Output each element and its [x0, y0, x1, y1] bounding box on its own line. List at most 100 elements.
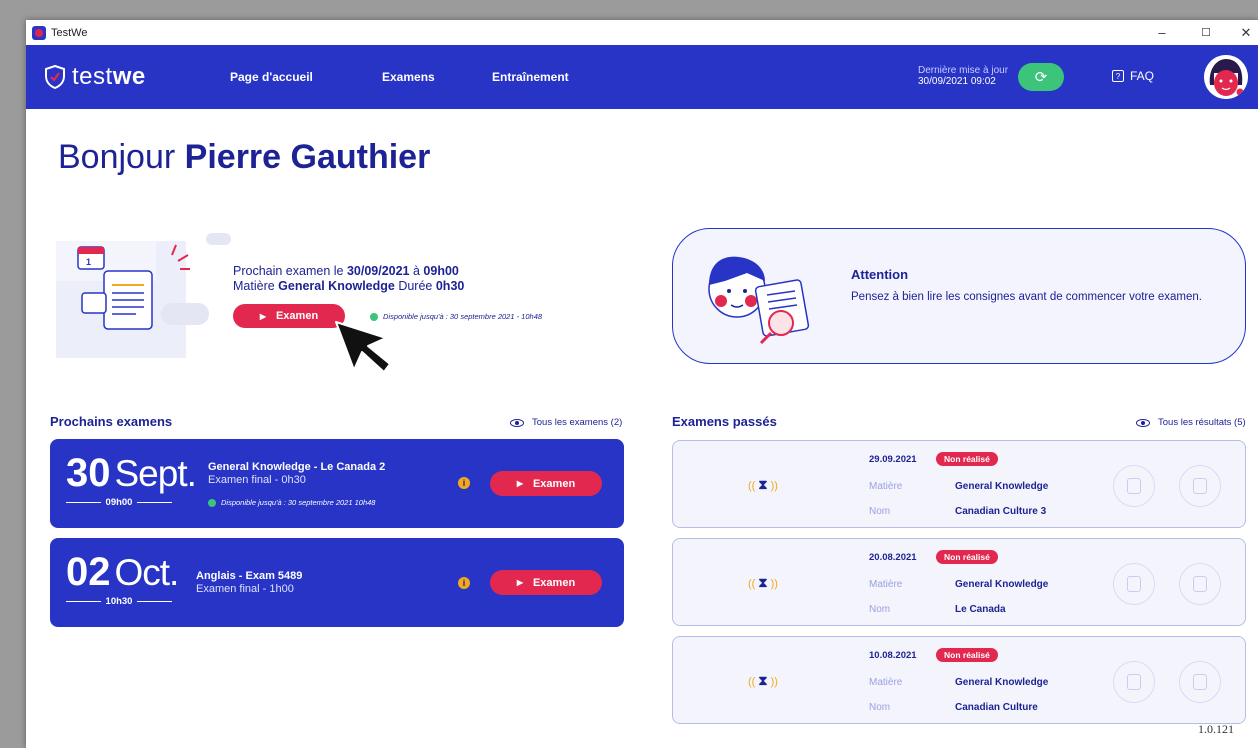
exam-time: 10h30 — [105, 596, 133, 607]
last-update-label: Dernière mise à jour — [918, 65, 1009, 76]
top-navbar: testwe Page d'accueil Examens Entraîneme… — [26, 45, 1258, 109]
next-exam-date-line: Prochain examen le 30/09/2021 à 09h00 — [233, 264, 459, 278]
result-button[interactable] — [1179, 465, 1221, 507]
play-icon: ▶ — [516, 479, 523, 488]
mouse-pointer-icon — [335, 321, 391, 373]
exam-availability: Disponible jusqu'à : 30 septembre 2021 1… — [208, 498, 375, 507]
name-value: Canadian Culture 3 — [955, 506, 1047, 517]
attention-title: Attention — [851, 267, 909, 282]
sync-button[interactable]: ⟳ — [1018, 63, 1064, 91]
avatar-face-icon — [1204, 55, 1248, 99]
testwe-app-icon — [32, 25, 46, 40]
minimize-button[interactable]: – — [1140, 20, 1184, 45]
past-exam-date: 10.08.2021 — [869, 650, 917, 661]
attention-text: Pensez à bien lire les consignes avant d… — [851, 291, 1202, 303]
maximize-button[interactable]: ☐ — [1184, 20, 1228, 45]
title-bar: TestWe – ☐ ✕ — [26, 20, 1258, 45]
past-exam-date: 20.08.2021 — [869, 552, 917, 563]
calendar-document-illustration: 1 — [56, 233, 231, 358]
info-icon[interactable]: i — [458, 577, 470, 589]
name-label: Nom — [869, 506, 891, 517]
subject-label: Matière — [869, 481, 903, 492]
nav-exams[interactable]: Examens — [382, 70, 435, 84]
next-exam-start-button[interactable]: ▶ Examen — [233, 304, 345, 328]
next-exam-availability: Disponible jusqu'à : 30 septembre 2021 -… — [370, 312, 542, 321]
status-badge: Non réalisé — [936, 648, 998, 662]
subject-value: General Knowledge — [955, 481, 1049, 492]
next-exam-subject-line: Matière General Knowledge Durée 0h30 — [233, 279, 465, 293]
page-greeting: Bonjour Pierre Gauthier — [58, 138, 430, 177]
app-window: TestWe – ☐ ✕ testwe Page d'accueil Exame… — [26, 20, 1258, 748]
exam-month: Sept. — [114, 453, 197, 494]
brand-logo[interactable]: testwe — [44, 63, 146, 91]
exam-date-block: 30 Sept. 09h00 — [66, 451, 197, 513]
svg-text:1: 1 — [86, 257, 91, 267]
exam-title: Anglais - Exam 5489 — [196, 570, 303, 582]
last-update: Dernière mise à jour 30/09/2021 09:02 — [918, 65, 1008, 87]
comment-button[interactable] — [1113, 563, 1155, 605]
past-exams-title: Examens passés — [672, 414, 777, 429]
comment-icon — [1127, 576, 1141, 592]
faq-icon: ? — [1112, 70, 1124, 82]
comment-button[interactable] — [1113, 465, 1155, 507]
reading-person-illustration — [708, 256, 810, 345]
result-button[interactable] — [1179, 661, 1221, 703]
name-value: Le Canada — [955, 604, 1006, 615]
name-label: Nom — [869, 604, 891, 615]
hourglass-icon: (( ⧗ )) — [748, 673, 778, 688]
exam-day: 30 — [66, 451, 111, 495]
greeting-hello: Bonjour — [58, 138, 176, 176]
hourglass-icon: (( ⧗ )) — [748, 477, 778, 492]
document-check-icon — [1193, 674, 1207, 690]
status-badge: Non réalisé — [936, 452, 998, 466]
exam-month: Oct. — [114, 552, 180, 593]
document-check-icon — [1193, 478, 1207, 494]
comment-icon — [1127, 674, 1141, 690]
play-icon: ▶ — [516, 578, 523, 587]
exam-date-block: 02 Oct. 10h30 — [66, 550, 180, 612]
last-update-date: 30/09/2021 09:02 — [918, 76, 996, 87]
past-exam-card[interactable]: (( ⧗ )) 20.08.2021 Non réalisé Matière G… — [672, 538, 1246, 626]
user-avatar[interactable] — [1204, 55, 1248, 99]
upcoming-exam-card[interactable]: 02 Oct. 10h30 Anglais - Exam 5489 Examen … — [50, 538, 624, 627]
all-results-link[interactable]: Tous les résultats (5) — [1136, 417, 1246, 428]
past-exam-card[interactable]: (( ⧗ )) 29.09.2021 Non réalisé Matière G… — [672, 440, 1246, 528]
faq-label: FAQ — [1130, 69, 1155, 83]
result-button[interactable] — [1179, 563, 1221, 605]
past-exam-date: 29.09.2021 — [869, 454, 917, 465]
user-name: Pierre Gauthier — [184, 138, 431, 176]
exam-day: 02 — [66, 550, 111, 594]
eye-icon — [510, 418, 524, 427]
comment-icon — [1127, 478, 1141, 494]
exam-start-button[interactable]: ▶ Examen — [490, 471, 602, 496]
subject-value: General Knowledge — [955, 579, 1049, 590]
hourglass-icon: (( ⧗ )) — [748, 575, 778, 590]
status-badge: Non réalisé — [936, 550, 998, 564]
subject-value: General Knowledge — [955, 677, 1049, 688]
info-icon[interactable]: i — [458, 477, 470, 489]
attention-panel: Attention Pensez à bien lire les consign… — [672, 228, 1246, 364]
comment-button[interactable] — [1113, 661, 1155, 703]
exam-title: General Knowledge - Le Canada 2 — [208, 461, 386, 473]
exam-time: 09h00 — [105, 497, 133, 508]
nav-home[interactable]: Page d'accueil — [230, 70, 313, 84]
upcoming-exam-card[interactable]: 30 Sept. 09h00 General Knowledge - Le Can… — [50, 439, 624, 528]
availability-dot-icon — [208, 498, 216, 507]
document-check-icon — [1193, 576, 1207, 592]
next-exam-button-label: Examen — [275, 310, 319, 322]
exam-subtitle: Examen final - 1h00 — [196, 583, 294, 595]
faq-link[interactable]: ? FAQ — [1112, 69, 1154, 83]
sync-icon: ⟳ — [1034, 69, 1048, 86]
close-button[interactable]: ✕ — [1224, 20, 1258, 45]
subject-label: Matière — [869, 579, 903, 590]
exam-subtitle: Examen final - 0h30 — [208, 474, 306, 486]
play-icon: ▶ — [259, 311, 266, 321]
shield-check-icon — [45, 65, 65, 89]
past-exam-card[interactable]: (( ⧗ )) 10.08.2021 Non réalisé Matière G… — [672, 636, 1246, 724]
window-title: TestWe — [51, 26, 88, 39]
name-label: Nom — [869, 702, 891, 713]
nav-training[interactable]: Entraînement — [492, 70, 569, 84]
all-exams-link[interactable]: Tous les examens (2) — [510, 417, 622, 428]
exam-start-button[interactable]: ▶ Examen — [490, 570, 602, 595]
app-version: 1.0.121 — [1198, 722, 1234, 736]
